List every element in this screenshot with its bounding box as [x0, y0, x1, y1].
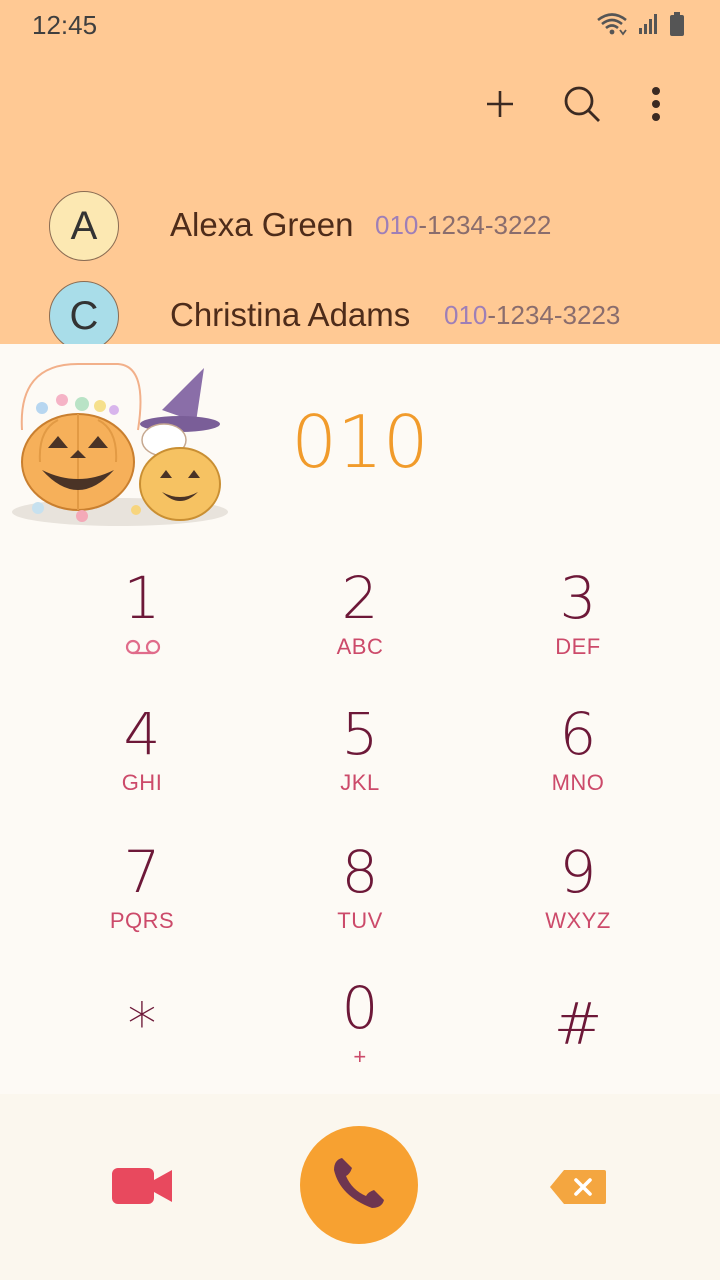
key-digit: 3: [559, 564, 597, 632]
plus-icon: [484, 88, 516, 125]
status-icons: [596, 12, 684, 36]
number-rest: -1234-3223: [487, 300, 621, 330]
avatar-initial: C: [69, 293, 99, 338]
contact-number: 010-1234-3223: [444, 300, 620, 331]
status-time: 12:45: [32, 10, 98, 40]
halloween-pumpkin-sticker: [8, 360, 228, 532]
dial-key-8[interactable]: 8 TUV: [240, 820, 480, 956]
dial-key-1[interactable]: 1: [22, 546, 262, 682]
dial-key-2[interactable]: 2 ABC: [240, 546, 480, 682]
key-letters: GHI: [121, 770, 163, 795]
key-letters: DEF: [555, 634, 601, 659]
video-call-button[interactable]: [110, 1164, 174, 1208]
dial-key-0[interactable]: 0 +: [240, 956, 480, 1092]
key-digit: 2: [341, 564, 379, 632]
key-digit: 4: [123, 700, 161, 768]
key-letters: MNO: [551, 770, 605, 795]
number-rest: -1234-3222: [418, 210, 552, 240]
search-icon: [562, 84, 602, 129]
key-letters: TUV: [337, 908, 383, 933]
key-letters: ABC: [336, 634, 384, 659]
key-digit: 6: [559, 700, 597, 768]
contact-name: Alexa Green: [170, 206, 354, 243]
key-digit: 5: [341, 700, 379, 768]
key-digit: 9: [559, 838, 597, 906]
key-digit: 7: [123, 838, 161, 906]
key-digit: 1: [123, 564, 161, 632]
key-digit: 0: [341, 974, 379, 1042]
more-vertical-icon: [651, 86, 661, 127]
dial-key-star[interactable]: *: [22, 956, 262, 1092]
video-camera-icon: [110, 1168, 174, 1212]
dial-key-4[interactable]: 4 GHI: [22, 682, 262, 818]
contact-suggestion-alexa-green[interactable]: A Alexa Green 010-1234-3222: [0, 186, 720, 266]
key-digit: #: [553, 990, 603, 1058]
contact-suggestion-christina-adams[interactable]: C Christina Adams 010-1234-3223: [0, 276, 720, 344]
avatar-initial: A: [70, 203, 98, 248]
dial-key-9[interactable]: 9 WXYZ: [458, 820, 698, 956]
key-letters: WXYZ: [545, 908, 611, 933]
dial-key-hash[interactable]: #: [458, 956, 698, 1092]
dial-key-3[interactable]: 3 DEF: [458, 546, 698, 682]
contact-name: Christina Adams: [170, 296, 411, 333]
search-button[interactable]: [558, 82, 606, 130]
phone-icon: [328, 1152, 390, 1219]
number-match: 010: [444, 300, 488, 330]
backspace-icon: [548, 1170, 608, 1210]
avatar: C: [49, 281, 119, 344]
signal-icon: [638, 13, 660, 35]
key-digit: *: [127, 990, 157, 1058]
key-letters: PQRS: [109, 908, 175, 933]
number-match: 010: [375, 210, 419, 240]
avatar: A: [49, 191, 119, 261]
key-letters: JKL: [340, 770, 380, 795]
delete-digit-button[interactable]: [548, 1168, 608, 1206]
dial-key-5[interactable]: 5 JKL: [240, 682, 480, 818]
battery-icon: [670, 12, 684, 36]
add-contact-button[interactable]: [476, 82, 524, 130]
key-digit: 8: [341, 838, 379, 906]
typed-number-display: 010: [291, 400, 429, 484]
key-letters: +: [353, 1044, 367, 1069]
voicemail-icon: [124, 638, 162, 661]
dial-key-7[interactable]: 7 PQRS: [22, 820, 262, 956]
call-button[interactable]: [300, 1126, 418, 1244]
wifi-icon: [596, 12, 628, 36]
more-options-button[interactable]: [632, 82, 680, 130]
contact-number: 010-1234-3222: [375, 210, 551, 241]
dial-key-6[interactable]: 6 MNO: [458, 682, 698, 818]
